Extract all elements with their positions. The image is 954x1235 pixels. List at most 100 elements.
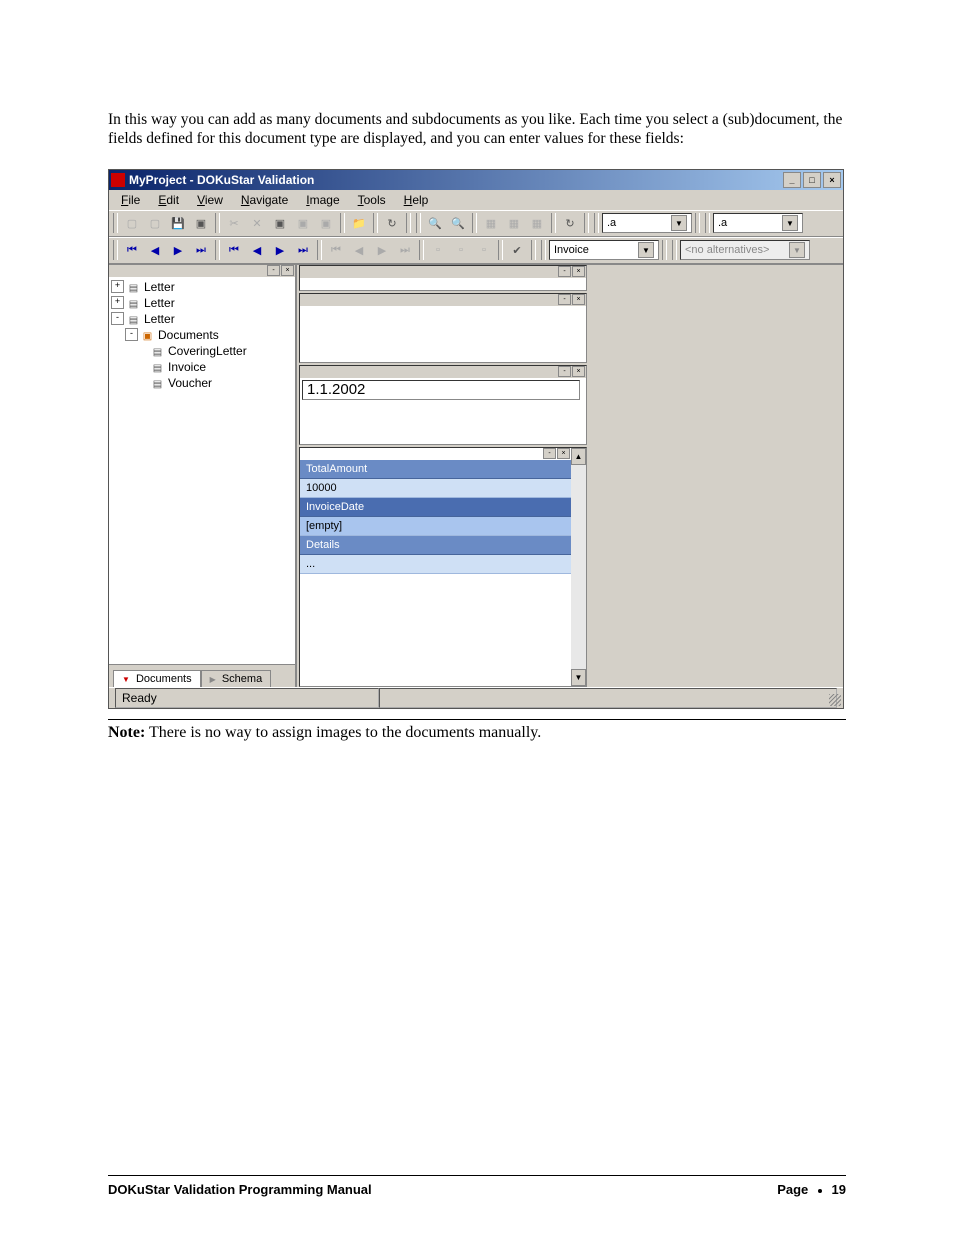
field-value-input[interactable] — [302, 380, 580, 400]
footer-page-label: Page — [777, 1182, 808, 1197]
fit2-icon[interactable]: ▦ — [503, 212, 525, 234]
resize-grip-icon[interactable] — [829, 694, 841, 706]
tree-item[interactable]: - ▤ Letter — [111, 311, 295, 327]
saveall-icon[interactable]: ▣ — [190, 212, 212, 234]
minimize-button[interactable]: _ — [783, 172, 801, 188]
collapse-icon[interactable]: - — [111, 312, 124, 325]
tree-label: CoveringLetter — [168, 343, 247, 359]
nav-prev3-icon[interactable]: ◀ — [348, 239, 370, 261]
nav-first-icon[interactable]: ⏮ — [121, 239, 143, 261]
spellcheck-icon[interactable]: ✔ — [506, 239, 528, 261]
scroll-down-icon[interactable]: ▼ — [571, 669, 586, 686]
filter-combo-a[interactable]: .a ▼ — [602, 213, 692, 233]
tree-item[interactable]: ▤ CoveringLetter — [111, 343, 295, 359]
nav-next-icon[interactable]: ▶ — [167, 239, 189, 261]
panel-pin-icon[interactable]: - — [558, 294, 571, 305]
menu-navigate[interactable]: Navigate — [233, 191, 296, 209]
folder-icon[interactable]: 📁 — [348, 212, 370, 234]
menu-image[interactable]: Image — [298, 191, 347, 209]
document-tree[interactable]: + ▤ Letter + ▤ Letter - ▤ Letter — [109, 277, 295, 664]
nav-first3-icon[interactable]: ⏮ — [325, 239, 347, 261]
tab-documents[interactable]: ▼ Documents — [113, 670, 201, 687]
titlebar: MyProject - DOKuStar Validation _ □ × — [109, 170, 843, 190]
field-header-totalamount[interactable]: TotalAmount — [300, 460, 571, 479]
tree-label: Letter — [144, 279, 175, 295]
scrollbar[interactable]: ▲ ▼ — [571, 448, 586, 686]
cut-icon[interactable]: ✂ — [223, 212, 245, 234]
tab-marker-icon: ▼ — [122, 675, 130, 684]
nav-last2-icon[interactable]: ⏭ — [292, 239, 314, 261]
doc-icon: ▤ — [151, 361, 164, 373]
zoom-in-icon[interactable]: 🔍 — [424, 212, 446, 234]
close-button[interactable]: × — [823, 172, 841, 188]
collapse-icon[interactable]: - — [125, 328, 138, 341]
filter-combo-b[interactable]: .a ▼ — [713, 213, 803, 233]
delete-icon[interactable]: ✕ — [246, 212, 268, 234]
panel-pin-icon[interactable]: - — [558, 266, 571, 277]
filter-combo-b-value: .a — [718, 217, 727, 229]
paste2-icon[interactable]: ▣ — [315, 212, 337, 234]
window-title: MyProject - DOKuStar Validation — [129, 173, 783, 187]
chevron-down-icon: ▼ — [789, 242, 805, 258]
open-icon[interactable]: ▢ — [144, 212, 166, 234]
doctype-combo[interactable]: Invoice ▼ — [549, 240, 659, 260]
refresh-icon[interactable]: ↻ — [381, 212, 403, 234]
status-text: Ready — [115, 688, 379, 708]
chevron-down-icon: ▼ — [782, 215, 798, 231]
tree-item[interactable]: + ▤ Letter — [111, 279, 295, 295]
nav-prev2-icon[interactable]: ◀ — [246, 239, 268, 261]
tree-item[interactable]: ▤ Invoice — [111, 359, 295, 375]
mark2-icon[interactable]: ▫ — [450, 239, 472, 261]
field-value-details[interactable]: ... — [300, 555, 571, 574]
panel-pin-icon[interactable]: - — [558, 366, 571, 377]
panel-close-icon[interactable]: × — [281, 265, 294, 276]
toolbar-2: ⏮ ◀ ▶ ⏭ ⏮ ◀ ▶ ⏭ ⏮ ◀ ▶ ⏭ ▫ ▫ ▫ ✔ Invoice … — [109, 237, 843, 264]
filter-combo-a-value: .a — [607, 217, 616, 229]
doc-icon: ▤ — [151, 377, 164, 389]
copy-icon[interactable]: ▣ — [269, 212, 291, 234]
save-icon[interactable]: 💾 — [167, 212, 189, 234]
fit1-icon[interactable]: ▦ — [480, 212, 502, 234]
fit3-icon[interactable]: ▦ — [526, 212, 548, 234]
zoom-out-icon[interactable]: 🔍 — [447, 212, 469, 234]
menu-tools[interactable]: Tools — [350, 191, 394, 209]
scroll-up-icon[interactable]: ▲ — [571, 448, 586, 465]
nav-last3-icon[interactable]: ⏭ — [394, 239, 416, 261]
menu-view[interactable]: View — [189, 191, 231, 209]
panel-close-icon[interactable]: × — [572, 294, 585, 305]
tab-schema[interactable]: ▶ Schema — [201, 670, 272, 687]
expand-icon[interactable]: + — [111, 280, 124, 293]
mark1-icon[interactable]: ▫ — [427, 239, 449, 261]
menu-help[interactable]: Help — [396, 191, 437, 209]
doctype-combo-value: Invoice — [554, 244, 589, 256]
expand-icon[interactable]: + — [111, 296, 124, 309]
tree-item[interactable]: - ▣ Documents — [111, 327, 295, 343]
menu-edit[interactable]: Edit — [150, 191, 187, 209]
tree-item[interactable]: + ▤ Letter — [111, 295, 295, 311]
nav-prev-icon[interactable]: ◀ — [144, 239, 166, 261]
nav-next3-icon[interactable]: ▶ — [371, 239, 393, 261]
maximize-button[interactable]: □ — [803, 172, 821, 188]
nav-last-icon[interactable]: ⏭ — [190, 239, 212, 261]
mark3-icon[interactable]: ▫ — [473, 239, 495, 261]
rotate-icon[interactable]: ↻ — [559, 212, 581, 234]
note-text: There is no way to assign images to the … — [145, 724, 541, 741]
menu-file[interactable]: File — [113, 191, 148, 209]
field-value-invoicedate[interactable]: [empty] — [300, 517, 571, 536]
new-icon[interactable]: ▢ — [121, 212, 143, 234]
field-header-invoicedate[interactable]: InvoiceDate — [300, 498, 571, 517]
field-value-totalamount[interactable]: 10000 — [300, 479, 571, 498]
nav-next2-icon[interactable]: ▶ — [269, 239, 291, 261]
paste-icon[interactable]: ▣ — [292, 212, 314, 234]
tree-item[interactable]: ▤ Voucher — [111, 375, 295, 391]
panel-close-icon[interactable]: × — [572, 366, 585, 377]
footer-title: DOKuStar Validation Programming Manual — [108, 1182, 372, 1197]
field-header-details[interactable]: Details — [300, 536, 571, 555]
panel-pin-icon[interactable]: - — [267, 265, 280, 276]
panel-close-icon[interactable]: × — [557, 448, 570, 459]
tree-label: Letter — [144, 295, 175, 311]
pane-2: - × — [299, 293, 587, 363]
nav-first2-icon[interactable]: ⏮ — [223, 239, 245, 261]
panel-close-icon[interactable]: × — [572, 266, 585, 277]
panel-pin-icon[interactable]: - — [543, 448, 556, 459]
